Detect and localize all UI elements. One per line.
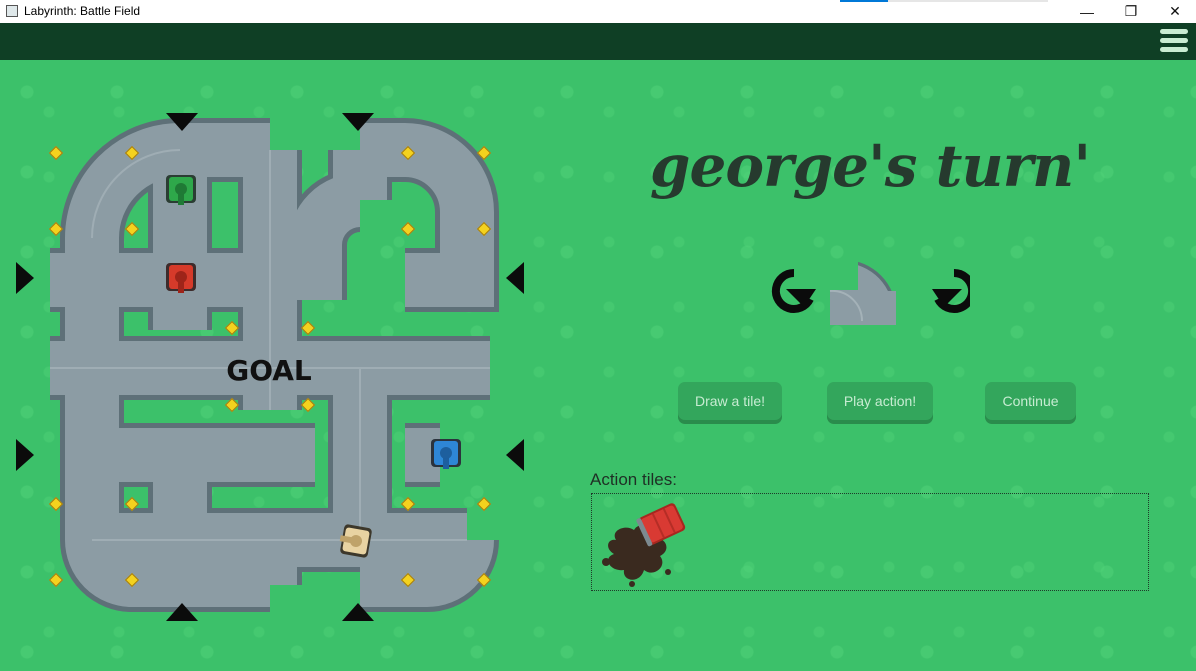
insert-arrow-right-1-icon[interactable]: [506, 262, 524, 294]
spare-tile-panel: [771, 260, 970, 325]
insert-arrow-right-2-icon[interactable]: [506, 439, 524, 471]
tank-red-icon[interactable]: [166, 263, 196, 293]
continue-button[interactable]: Continue: [985, 382, 1076, 420]
insert-arrow-left-2-icon[interactable]: [16, 439, 34, 471]
action-tiles-label: Action tiles:: [590, 470, 677, 489]
action-tiles-container: [591, 493, 1149, 591]
labyrinth-board: GOAL: [50, 118, 499, 612]
insert-arrow-left-1-icon[interactable]: [16, 262, 34, 294]
oil-spill-action-tile[interactable]: [596, 500, 696, 590]
insert-arrow-bottom-2-icon[interactable]: [342, 603, 374, 621]
turn-title: george's turn': [649, 132, 1091, 200]
taskbar-strip: [888, 0, 1048, 2]
tank-blue-icon[interactable]: [431, 439, 461, 469]
insert-arrow-top-2-icon[interactable]: [342, 113, 374, 131]
tank-green-icon[interactable]: [166, 175, 196, 205]
hamburger-menu-icon[interactable]: [1160, 29, 1188, 55]
draw-tile-button[interactable]: Draw a tile!: [678, 382, 782, 420]
rotate-right-icon[interactable]: [932, 268, 970, 313]
goal-label: GOAL: [226, 354, 312, 387]
maximize-button[interactable]: ❐: [1108, 0, 1154, 23]
close-button[interactable]: ✕: [1152, 0, 1196, 23]
spare-tile[interactable]: [829, 260, 897, 325]
insert-arrow-top-1-icon[interactable]: [166, 113, 198, 131]
minimize-button[interactable]: —: [1064, 0, 1110, 23]
rotate-left-icon[interactable]: [771, 268, 816, 313]
insert-arrow-bottom-1-icon[interactable]: [166, 603, 198, 621]
taskbar-highlight: [840, 0, 888, 2]
play-action-button[interactable]: Play action!: [827, 382, 933, 420]
